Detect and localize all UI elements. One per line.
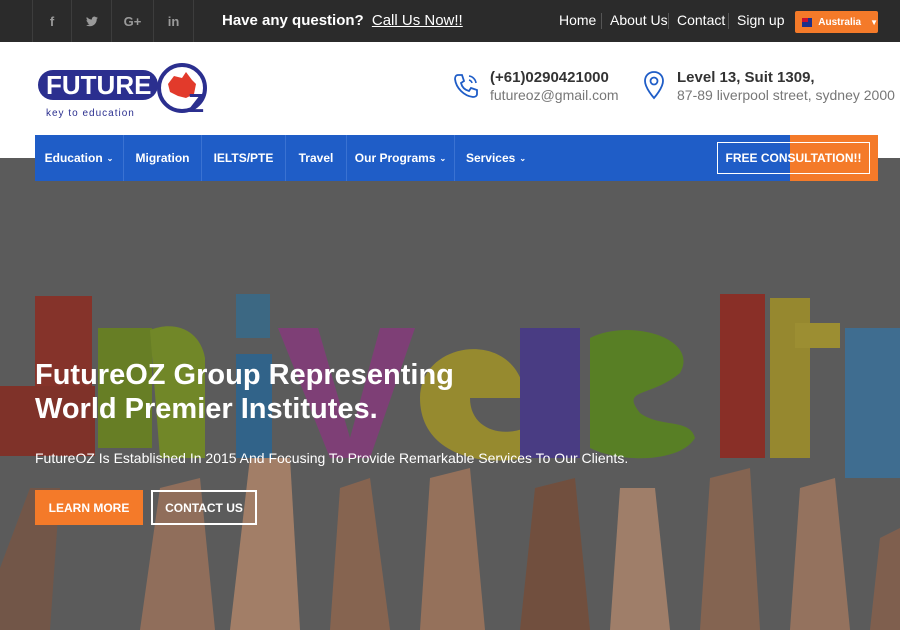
nav-services-label: Services bbox=[465, 151, 516, 165]
hero-title-line2: World Premier Institutes. bbox=[35, 393, 378, 425]
nav-migration[interactable]: Migration bbox=[124, 135, 202, 181]
nav-about-link[interactable]: About Us bbox=[610, 12, 668, 28]
top-bar: f G+ in Have any question? Call Us Now!!… bbox=[0, 0, 900, 42]
logo-brand: FUTURE bbox=[46, 70, 151, 100]
chevron-down-icon: ⌄ bbox=[519, 153, 527, 163]
email-address[interactable]: futureoz@gmail.com bbox=[490, 87, 619, 103]
nav-our-programs[interactable]: Our Programs ⌄ bbox=[347, 135, 455, 181]
nav-services[interactable]: Services ⌄ bbox=[455, 135, 537, 181]
phone-icon bbox=[452, 72, 480, 105]
question-text: Have any question? Call Us Now!! bbox=[222, 12, 463, 29]
hero-banner: FutureOZ Group Representing World Premie… bbox=[0, 158, 900, 630]
location-pin-icon bbox=[643, 70, 665, 105]
hero-title: FutureOZ Group Representing World Premie… bbox=[35, 358, 495, 426]
divider bbox=[668, 13, 669, 29]
phone-number[interactable]: (+61)0290421000 bbox=[490, 69, 609, 86]
language-selector[interactable]: Australia ▼ bbox=[795, 11, 878, 33]
contact-us-button[interactable]: CONTACT US bbox=[151, 490, 257, 525]
google-plus-icon[interactable]: G+ bbox=[112, 0, 154, 42]
learn-more-button[interactable]: LEARN MORE bbox=[35, 490, 143, 525]
address-line1: Level 13, Suit 1309, bbox=[677, 69, 815, 86]
linkedin-icon[interactable]: in bbox=[154, 0, 194, 42]
caret-down-icon: ▼ bbox=[870, 17, 878, 27]
nav-contact-link[interactable]: Contact bbox=[677, 12, 725, 28]
nav-signup-link[interactable]: Sign up bbox=[737, 12, 784, 28]
divider bbox=[728, 13, 729, 29]
free-consultation-button[interactable]: FREE CONSULTATION!! bbox=[717, 142, 870, 174]
main-navigation: Education ⌄ Migration IELTS/PTE Travel O… bbox=[35, 135, 878, 181]
divider bbox=[601, 13, 602, 29]
question-label: Have any question? bbox=[222, 12, 364, 29]
nav-education[interactable]: Education ⌄ bbox=[35, 135, 124, 181]
chevron-down-icon: ⌄ bbox=[439, 153, 447, 163]
logo-suffix: Z bbox=[188, 88, 204, 118]
nav-ielts-pte[interactable]: IELTS/PTE bbox=[202, 135, 286, 181]
nav-home-link[interactable]: Home bbox=[559, 12, 596, 28]
nav-travel[interactable]: Travel bbox=[286, 135, 347, 181]
call-us-link[interactable]: Call Us Now!! bbox=[372, 12, 463, 29]
facebook-icon[interactable]: f bbox=[32, 0, 72, 42]
nav-our-programs-label: Our Programs bbox=[354, 151, 436, 165]
australia-flag-icon bbox=[802, 17, 813, 27]
language-label: Australia bbox=[818, 16, 862, 28]
address-line2: 87-89 liverpool street, sydney 2000 bbox=[677, 87, 895, 103]
site-logo[interactable]: FUTURE Z key to education bbox=[36, 62, 216, 122]
twitter-icon[interactable] bbox=[72, 0, 112, 42]
hero-subtitle: FutureOZ Is Established In 2015 And Focu… bbox=[35, 450, 629, 466]
hero-title-line1: FutureOZ Group Representing bbox=[35, 359, 454, 391]
logo-tagline: key to education bbox=[46, 108, 135, 119]
chevron-down-icon: ⌄ bbox=[106, 153, 114, 163]
nav-education-label: Education bbox=[44, 151, 103, 165]
